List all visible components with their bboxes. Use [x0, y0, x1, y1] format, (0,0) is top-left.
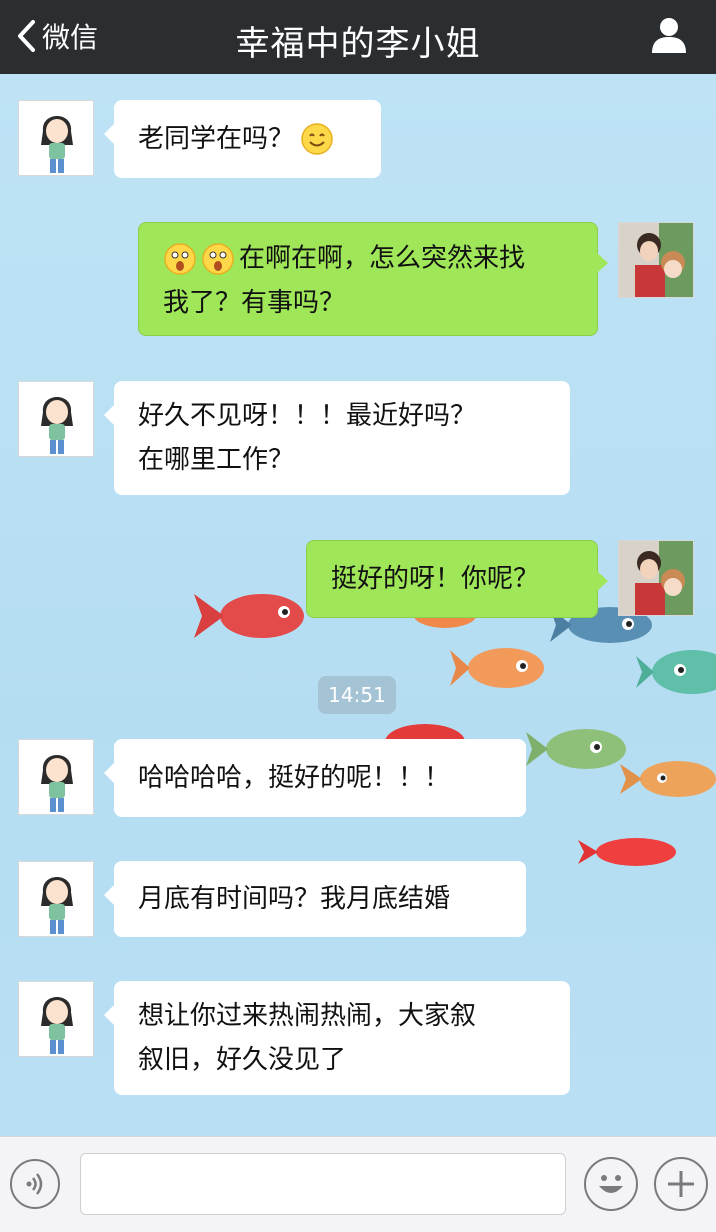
- voice-icon: [26, 1173, 43, 1195]
- user-profile-icon[interactable]: [650, 16, 688, 54]
- message-text: 挺好的呀！你呢？: [331, 564, 540, 594]
- input-bar: [0, 1136, 716, 1232]
- message-text: 老同学在吗？: [138, 124, 295, 154]
- message-text: 想让你过来热闹热闹，大家叙: [138, 1001, 477, 1031]
- message-bubble-outgoing[interactable]: 在啊在啊，怎么突然来找 我了？有事吗？: [138, 222, 608, 336]
- navigation-bar: 微信 幸福中的李小姐: [0, 0, 716, 74]
- message-bubble-incoming[interactable]: 哈哈哈哈，挺好的呢！！！: [104, 739, 526, 817]
- girl-avatar-icon: [41, 997, 73, 1054]
- message-text: 好久不见呀！！！最近好吗？: [138, 401, 477, 431]
- plus-icon: [668, 1171, 694, 1197]
- fish-decoration-icon: [526, 729, 626, 769]
- voice-button[interactable]: [10, 1159, 60, 1209]
- message-text: 在啊在啊，怎么突然来找: [239, 243, 526, 274]
- message-text: 在哪里工作？: [138, 445, 295, 475]
- avatar-contact[interactable]: [18, 100, 94, 176]
- avatar-contact[interactable]: [18, 861, 94, 937]
- message-text: 哈哈哈哈，挺好的呢！！！: [138, 763, 451, 793]
- message-bubble-incoming[interactable]: 月底有时间吗？我月底结婚: [104, 861, 526, 937]
- smile-emoji: [301, 123, 333, 155]
- avatar-contact[interactable]: [18, 739, 94, 815]
- emoji-icon: [599, 1175, 623, 1193]
- message-input[interactable]: [80, 1153, 566, 1215]
- message-bubble-incoming[interactable]: 老同学在吗？: [104, 100, 381, 178]
- fish-decoration-icon: [450, 648, 544, 688]
- couple-photo-avatar-icon: [619, 541, 693, 615]
- message-text: 我了？有事吗？: [163, 287, 346, 318]
- avatar-self[interactable]: [618, 222, 694, 298]
- avatar-self[interactable]: [618, 540, 694, 616]
- chat-title: 幸福中的李小姐: [235, 24, 481, 64]
- surprised-emoji: [164, 242, 196, 275]
- chat-area[interactable]: 老同学在吗？ 在啊在啊，怎么突然来找 我了？有事吗？ 好久不见呀！！！最近好吗？…: [0, 74, 716, 1136]
- message-bubble-outgoing[interactable]: 挺好的呀！你呢？: [306, 540, 608, 618]
- fish-decoration-icon: [194, 594, 304, 638]
- girl-avatar-icon: [41, 755, 73, 812]
- avatar-contact[interactable]: [18, 981, 94, 1057]
- timestamp-badge: 14:51: [318, 676, 396, 714]
- plus-button[interactable]: [654, 1157, 708, 1211]
- message-bubble-incoming[interactable]: 想让你过来热闹热闹，大家叙 叙旧，好久没见了: [104, 981, 570, 1095]
- surprised-emoji: [202, 242, 234, 275]
- fish-decoration-icon: [620, 761, 716, 797]
- message-bubble-incoming[interactable]: 好久不见呀！！！最近好吗？ 在哪里工作？: [104, 381, 570, 495]
- emoji-button[interactable]: [584, 1157, 638, 1211]
- message-text: 叙旧，好久没见了: [138, 1045, 347, 1075]
- couple-photo-avatar-icon: [619, 223, 693, 297]
- girl-avatar-icon: [41, 877, 73, 934]
- fish-decoration-icon: [636, 650, 716, 694]
- avatar-contact[interactable]: [18, 381, 94, 457]
- message-text: 月底有时间吗？我月底结婚: [138, 884, 451, 914]
- girl-avatar-icon: [41, 116, 73, 173]
- girl-avatar-icon: [41, 397, 73, 454]
- fish-decoration-icon: [578, 838, 676, 866]
